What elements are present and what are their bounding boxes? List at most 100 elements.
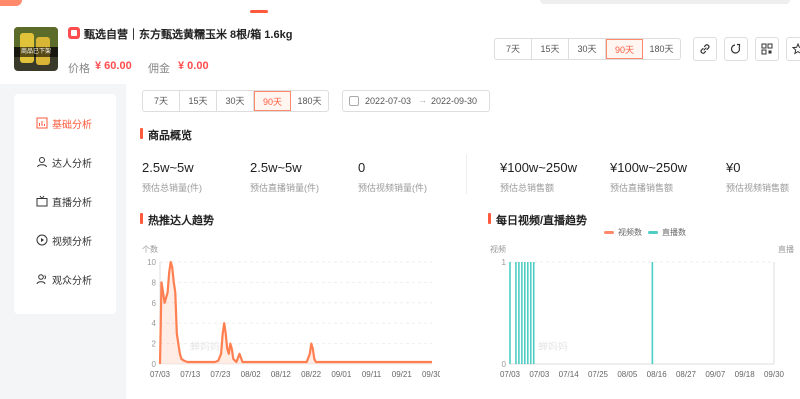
sidebar-item-label: 达人分析 [52, 159, 92, 170]
stats-divider [466, 154, 467, 194]
legend-swatch [604, 231, 614, 234]
active-tab-indicator [250, 10, 268, 13]
y-tick-label: 10 [147, 258, 156, 267]
link-icon [700, 44, 710, 54]
link-button[interactable] [693, 37, 717, 61]
stat-label: 预估直播销量(件) [250, 183, 319, 193]
price-value: ¥ 60.00 [95, 60, 132, 72]
live-bar [509, 262, 511, 364]
x-tick-label: 07/23 [210, 370, 231, 379]
overview-title: 商品概览 [148, 130, 192, 142]
daily-trend-title: 每日视频/直播趋势 [496, 215, 588, 227]
x-tick-label: 09/01 [331, 370, 352, 379]
favorite-button[interactable] [786, 37, 800, 61]
date-range-selector: 7天 15天 30天 90天 180天 [142, 90, 329, 112]
legend-live[interactable]: 直播数 [648, 227, 686, 238]
stat-value: 2.5w~5w [142, 160, 194, 175]
x-tick-label: 07/03 [529, 370, 550, 379]
x-tick-label: 08/27 [676, 370, 697, 379]
x-tick-label: 08/05 [617, 370, 638, 379]
range-90[interactable]: 90天 [254, 91, 291, 111]
live-bar [521, 262, 523, 364]
live-bar [526, 262, 529, 364]
stat-total-revenue: ¥100w~250w 预估总销售额 [500, 160, 577, 194]
x-tick-label: 07/03 [500, 370, 521, 379]
share-button[interactable] [724, 37, 748, 61]
product-thumbnail[interactable]: 商品已下架 [14, 27, 58, 71]
price-label: 价格 [68, 63, 90, 75]
range-7[interactable]: 7天 [143, 91, 180, 111]
stat-video-sales: 0 预估视频销量(件) [358, 160, 427, 194]
influencer-trend-chart[interactable]: 0 2 4 6 8 10 07/03 07/13 07/23 08/02 08/12 08/22 09/… [140, 254, 440, 384]
section-marker [140, 213, 143, 224]
range-15[interactable]: 15天 [180, 91, 217, 111]
stat-value: ¥0 [726, 160, 741, 175]
x-tick-label: 07/25 [588, 370, 609, 379]
top-range-180[interactable]: 180天 [643, 39, 680, 59]
qrcode-button[interactable] [755, 37, 779, 61]
x-tick-label: 08/02 [241, 370, 262, 379]
x-tick-label: 08/12 [271, 370, 292, 379]
stat-label: 预估视频销售额 [726, 183, 790, 193]
x-tick-label: 07/03 [150, 370, 171, 379]
star-icon [792, 43, 800, 55]
top-date-range-selector: 7天 15天 30天 90天 180天 [494, 38, 681, 60]
top-range-15[interactable]: 15天 [532, 39, 569, 59]
stat-live-sales: 2.5w~5w 预估直播销量(件) [250, 160, 319, 194]
stat-value: 0 [358, 160, 366, 175]
store-badge-icon [68, 27, 80, 39]
live-bar [518, 262, 520, 364]
date-end: 2022-09-30 [431, 96, 478, 106]
influencer-trend-title: 热推达人趋势 [148, 215, 214, 227]
live-bar [515, 262, 517, 364]
x-tick-label: 08/22 [301, 370, 322, 379]
range-30[interactable]: 30天 [217, 91, 254, 111]
date-picker[interactable]: 2022-07-03 → 2022-09-30 [342, 90, 490, 112]
sidebar-item-live[interactable]: 直播分析 [14, 190, 116, 212]
search-bar-fragment[interactable] [540, 0, 790, 4]
watermark: 蝉妈妈 [190, 340, 220, 353]
date-arrow: → [418, 95, 427, 105]
top-range-30[interactable]: 30天 [569, 39, 606, 59]
stat-label: 预估总销售额 [500, 183, 555, 193]
top-range-7[interactable]: 7天 [495, 39, 532, 59]
sidebar-item-influencer[interactable]: 达人分析 [14, 151, 116, 173]
date-start: 2022-07-03 [365, 96, 412, 106]
y-tick-label: 8 [152, 278, 157, 287]
commission-value: ¥ 0.00 [178, 60, 209, 72]
x-tick-label: 09/11 [362, 370, 382, 379]
stat-label: 预估总销量(件) [142, 183, 202, 193]
sidebar-item-label: 直播分析 [52, 198, 92, 209]
stat-live-revenue: ¥100w~250w 预估直播销售额 [610, 160, 687, 194]
sidebar-item-audience[interactable]: 观众分析 [14, 268, 116, 290]
live-bar [524, 262, 526, 364]
live-bar [651, 262, 654, 364]
bar-chart-icon [36, 117, 48, 129]
legend-swatch [648, 231, 658, 234]
stat-value: ¥100w~250w [500, 160, 577, 175]
y-tick-label: 2 [152, 340, 157, 349]
x-tick-label: 09/21 [392, 370, 413, 379]
legend-video[interactable]: 视频数 [604, 227, 642, 238]
watermark: 蝉妈妈 [538, 340, 568, 353]
top-range-90[interactable]: 90天 [606, 39, 643, 59]
product-title[interactable]: 甄选自营｜东方甄选黄糯玉米 8根/箱 1.6kg [84, 26, 292, 42]
calendar-icon [349, 96, 359, 106]
y-tick-label: 0 [502, 360, 507, 369]
main-panel: 7天 15天 30天 90天 180天 2022-07-03 → 2022-09… [126, 84, 800, 399]
qrcode-icon [761, 43, 773, 55]
sidebar-item-basic[interactable]: 基础分析 [14, 112, 116, 134]
analysis-sidebar: 基础分析 达人分析 直播分析 视频分析 观众分析 [14, 94, 116, 314]
sidebar-item-video[interactable]: 视频分析 [14, 229, 116, 251]
daily-trend-chart[interactable]: 0 1 07/03 07/03 07/14 07/25 08/05 08/16 08/27 09/… [488, 254, 788, 384]
commission-label: 佣金 [148, 63, 170, 75]
x-tick-label: 09/18 [735, 370, 756, 379]
x-tick-label: 08/16 [647, 370, 668, 379]
section-marker [140, 128, 143, 139]
section-marker [488, 213, 491, 224]
y-tick-label: 6 [152, 299, 157, 308]
range-180[interactable]: 180天 [291, 91, 328, 111]
x-tick-label: 07/14 [559, 370, 580, 379]
user-icon [37, 157, 47, 168]
stat-value: ¥100w~250w [610, 160, 687, 175]
